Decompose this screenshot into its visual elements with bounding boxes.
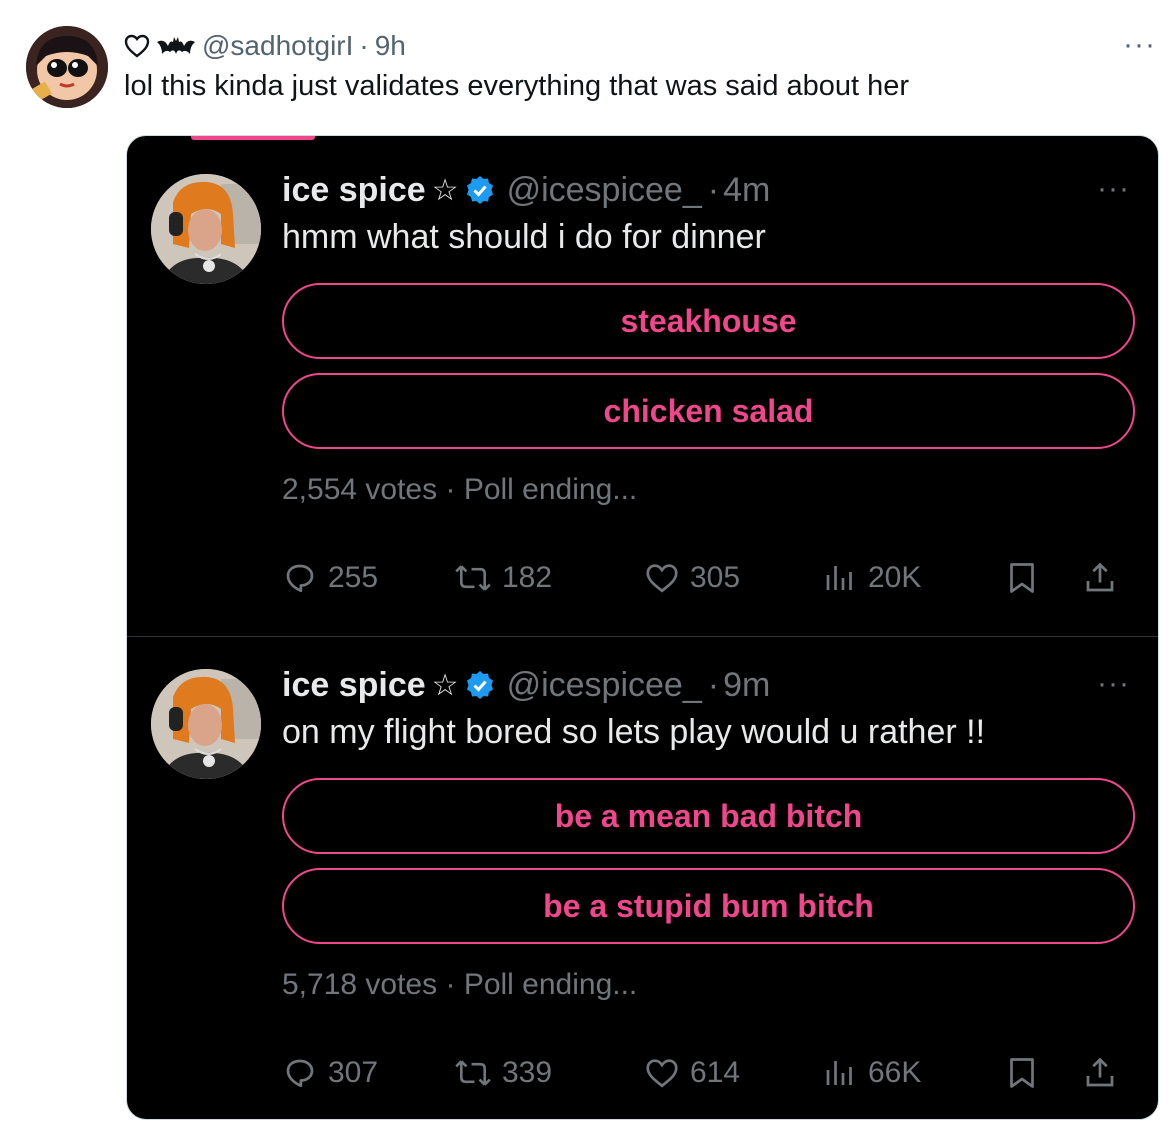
reply-button[interactable]: 255 <box>282 556 378 600</box>
outer-header: @sadhotgirI · 9h <box>124 28 406 64</box>
verified-badge-icon <box>465 670 495 700</box>
more-icon[interactable]: ··· <box>1123 30 1156 60</box>
bookmark-icon <box>1004 1055 1040 1091</box>
reply-count: 307 <box>328 1056 379 1089</box>
share-button[interactable] <box>1082 556 1118 600</box>
star-icon: ☆ <box>431 668 459 702</box>
display-name[interactable]: ice spice <box>282 171 426 210</box>
separator: · <box>707 665 720 704</box>
avatar[interactable] <box>151 174 261 284</box>
avatar[interactable] <box>26 26 108 108</box>
share-icon <box>1082 1055 1118 1091</box>
avatar[interactable] <box>151 669 261 779</box>
poll-status: Poll ending... <box>463 473 638 506</box>
view-count: 66K <box>868 1056 922 1089</box>
retweet-count: 339 <box>502 1056 553 1089</box>
heart-icon <box>644 1055 680 1091</box>
retweet-icon <box>454 1055 492 1091</box>
share-icon <box>1082 560 1118 596</box>
bookmark-button[interactable] <box>1004 1051 1040 1095</box>
poll-option[interactable]: be a stupid bum bitch <box>282 868 1135 944</box>
more-icon[interactable]: ··· <box>1097 667 1130 701</box>
tweet-text: lol this kinda just validates everything… <box>124 70 910 102</box>
reply-icon <box>282 1055 318 1091</box>
like-button[interactable]: 305 <box>644 556 740 600</box>
poll-option[interactable]: chicken salad <box>282 373 1135 449</box>
like-count: 614 <box>690 1056 741 1089</box>
views-icon <box>822 560 858 596</box>
bat-icon <box>156 34 196 58</box>
separator: · <box>445 473 456 506</box>
action-bar: 307 339 614 66K <box>282 1051 1135 1095</box>
timestamp[interactable]: 9h <box>375 30 406 62</box>
views-icon <box>822 1055 858 1091</box>
vote-count: 2,554 votes <box>282 473 438 506</box>
poll-meta: 2,554 votes · Poll ending... <box>282 473 637 507</box>
views-button[interactable]: 66K <box>822 1051 921 1095</box>
retweet-button[interactable]: 339 <box>454 1051 552 1095</box>
retweet-button[interactable]: 182 <box>454 556 552 600</box>
vote-count: 5,718 votes <box>282 968 438 1001</box>
handle[interactable]: @icespicee_ <box>507 171 702 210</box>
tweet-header: ice spice ☆ @icespicee_ · 9m <box>282 664 770 706</box>
reply-icon <box>282 560 318 596</box>
tweet-text: on my flight bored so lets play would u … <box>282 713 986 751</box>
star-icon: ☆ <box>431 173 459 207</box>
retweet-icon <box>454 560 492 596</box>
verified-badge-icon <box>465 175 495 205</box>
separator: · <box>445 968 456 1001</box>
timestamp[interactable]: 9m <box>723 666 770 705</box>
poll-tweet: ice spice ☆ @icespicee_ · 9m ··· on my f… <box>127 631 1158 1119</box>
display-name[interactable]: ice spice <box>282 666 426 705</box>
like-count: 305 <box>690 561 741 594</box>
heart-icon <box>644 560 680 596</box>
more-icon[interactable]: ··· <box>1097 172 1130 206</box>
poll-meta: 5,718 votes · Poll ending... <box>282 968 637 1002</box>
bookmark-icon <box>1004 560 1040 596</box>
handle[interactable]: @icespicee_ <box>507 666 702 705</box>
bookmark-button[interactable] <box>1004 556 1040 600</box>
poll-tweet: ice spice ☆ @icespicee_ · 4m ··· hmm wha… <box>127 136 1158 631</box>
retweet-count: 182 <box>502 561 553 594</box>
author-handle[interactable]: @sadhotgirI <box>202 30 353 62</box>
separator: · <box>707 170 720 209</box>
quoted-screenshot: ice spice ☆ @icespicee_ · 4m ··· hmm wha… <box>126 135 1159 1120</box>
heart-outline-icon <box>124 34 150 58</box>
views-button[interactable]: 20K <box>822 556 921 600</box>
share-button[interactable] <box>1082 1051 1118 1095</box>
poll-status: Poll ending... <box>463 968 638 1001</box>
separator: · <box>359 30 369 61</box>
tweet-header: ice spice ☆ @icespicee_ · 4m <box>282 169 770 211</box>
view-count: 20K <box>868 561 922 594</box>
poll-option[interactable]: steakhouse <box>282 283 1135 359</box>
tweet-text: hmm what should i do for dinner <box>282 218 766 256</box>
reply-button[interactable]: 307 <box>282 1051 378 1095</box>
reply-count: 255 <box>328 561 379 594</box>
poll-option[interactable]: be a mean bad bitch <box>282 778 1135 854</box>
like-button[interactable]: 614 <box>644 1051 740 1095</box>
timestamp[interactable]: 4m <box>723 171 770 210</box>
action-bar: 255 182 305 20K <box>282 556 1135 600</box>
